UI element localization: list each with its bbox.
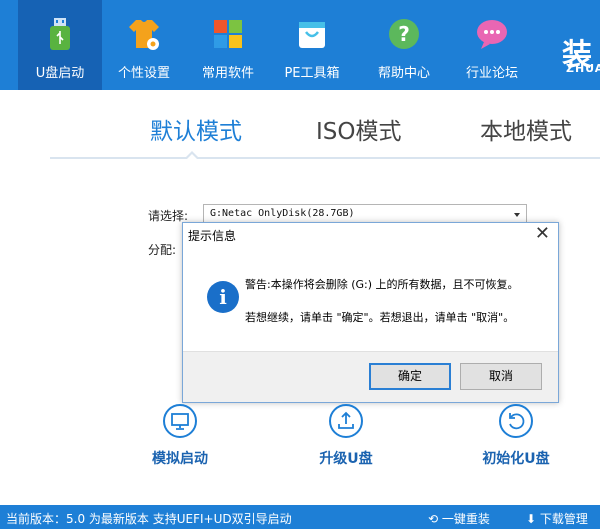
cancel-button[interactable]: 取消 — [460, 363, 542, 390]
help-icon: ? — [389, 19, 419, 49]
toolbar-label: 行业论坛 — [465, 66, 518, 81]
toolbar-item-pe-toolbox[interactable]: PE工具箱 — [270, 0, 354, 90]
dialog-footer: 确定 取消 — [183, 351, 558, 402]
dialog-body: i 警告:本操作将会删除 (G:) 上的所有数据，且不可恢复。 若想继续，请单击… — [183, 247, 558, 366]
monitor-icon — [163, 404, 197, 438]
usb-drive-icon — [50, 18, 70, 50]
refresh-icon: ⟲ — [428, 512, 439, 526]
tshirt-gear-icon — [129, 20, 159, 50]
tab-local-mode[interactable]: 本地模式 — [480, 112, 572, 146]
disk-select-value: G:Netac OnlyDisk(28.7GB) — [210, 208, 355, 219]
forum-chat-icon — [477, 20, 507, 49]
download-manager-link[interactable]: ⬇ 下载管理 — [526, 510, 588, 527]
apps-grid-icon — [214, 20, 242, 48]
status-bar: 当前版本：5.0 为最新版本 支持UEFI+UD双引导启动 ⟲ 一键重装 ⬇ 下… — [0, 505, 600, 529]
toolbar-item-common-software[interactable]: 常用软件 — [186, 0, 270, 90]
download-icon: ⬇ — [526, 512, 537, 526]
partition-label: 分配: — [148, 243, 177, 257]
svg-text:?: ? — [398, 22, 410, 46]
ok-button[interactable]: 确定 — [369, 363, 451, 390]
reinstall-label: 一键重装 — [441, 512, 490, 526]
info-icon: i — [207, 281, 239, 313]
close-icon[interactable]: ✕ — [535, 224, 550, 244]
toolbar-item-forum[interactable]: 行业论坛 — [450, 0, 534, 90]
dialog-instruction-text: 若想继续，请单击 "确定"。若想退出，请单击 "取消"。 — [245, 311, 515, 324]
toolbox-icon — [299, 22, 325, 48]
tab-default-mode[interactable]: 默认模式 — [150, 112, 242, 146]
one-click-reinstall-link[interactable]: ⟲ 一键重装 — [428, 510, 490, 527]
upload-icon — [329, 404, 363, 438]
disk-select[interactable]: G:Netac OnlyDisk(28.7GB) — [203, 204, 527, 224]
confirm-dialog: 提示信息 ✕ i 警告:本操作将会删除 (G:) 上的所有数据，且不可恢复。 若… — [182, 222, 559, 403]
version-status: 当前版本：5.0 为最新版本 支持UEFI+UD双引导启动 — [6, 512, 292, 526]
top-toolbar: U盘启动 个性设置 常用软件 PE工具箱 ? 帮助中心 行业论坛 装 ZHU — [0, 0, 600, 90]
action-label: 升级U盘 — [319, 451, 373, 467]
action-label: 模拟启动 — [152, 451, 208, 467]
chevron-down-icon — [514, 213, 520, 217]
toolbar-label: 个性设置 — [117, 66, 170, 81]
init-usb-button[interactable]: 初始化U盘 — [480, 404, 552, 468]
brand-logo-sub: ZHUA — [566, 62, 600, 75]
reset-icon — [499, 404, 533, 438]
tab-iso-mode[interactable]: ISO模式 — [316, 112, 402, 146]
download-label: 下载管理 — [539, 512, 588, 526]
toolbar-label: 帮助中心 — [377, 66, 430, 81]
action-label: 初始化U盘 — [482, 451, 550, 467]
tab-underline — [50, 157, 600, 159]
toolbar-label: U盘启动 — [35, 66, 85, 81]
toolbar-item-help-center[interactable]: ? 帮助中心 — [362, 0, 446, 90]
toolbar-item-usb-boot[interactable]: U盘启动 — [18, 0, 102, 90]
toolbar-label: 常用软件 — [201, 66, 254, 81]
upgrade-usb-button[interactable]: 升级U盘 — [318, 404, 374, 468]
dialog-warning-text: 警告:本操作将会删除 (G:) 上的所有数据，且不可恢复。 — [245, 278, 519, 291]
toolbar-label: PE工具箱 — [284, 66, 340, 81]
mode-tabs: 默认模式 ISO模式 本地模式 — [0, 90, 600, 160]
tab-indicator-inner — [187, 154, 197, 159]
simulate-boot-button[interactable]: 模拟启动 — [150, 404, 210, 468]
dialog-title: 提示信息 — [188, 229, 237, 243]
toolbar-item-personal-settings[interactable]: 个性设置 — [102, 0, 186, 90]
